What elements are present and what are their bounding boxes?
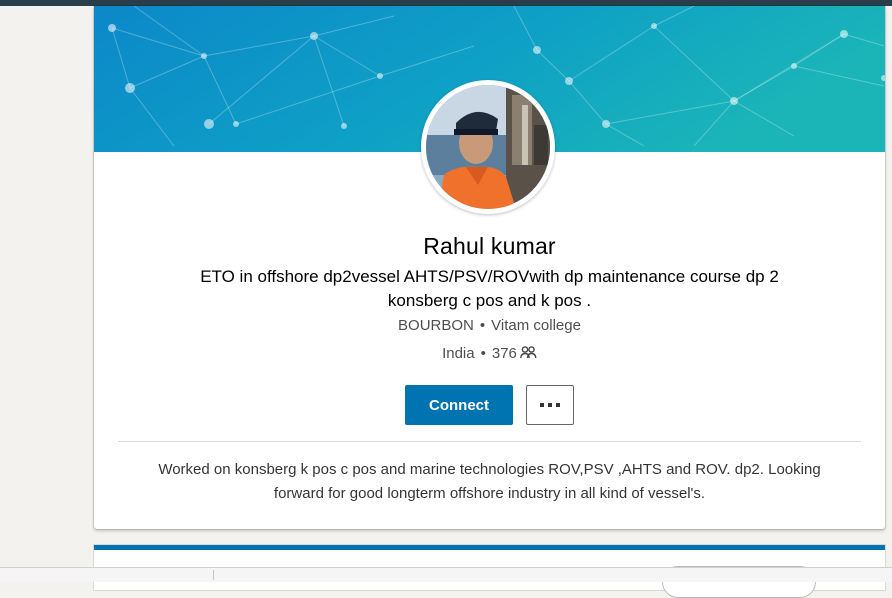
profile-headline: ETO in offshore dp2vessel AHTS/PSV/ROVwi… — [200, 267, 779, 310]
profile-name: Rahul kumar — [423, 233, 556, 259]
profile-top-card: Rahul kumar ETO in offshore dp2vessel AH… — [94, 6, 885, 529]
current-company-link[interactable]: BOURBON — [398, 317, 474, 334]
more-actions-button[interactable] — [526, 385, 574, 425]
profile-experience-education: BOURBON • Vitam college — [94, 317, 885, 334]
profile-location: India — [442, 345, 475, 362]
separator-dot: • — [480, 345, 486, 362]
people-icon — [520, 346, 537, 359]
connect-button[interactable]: Connect — [405, 385, 513, 425]
profile-summary: Worked on konsberg k pos c pos and marin… — [158, 461, 821, 502]
page-gutter — [0, 6, 94, 581]
separator-dot: • — [479, 317, 486, 334]
profile-photo-image — [426, 85, 550, 209]
profile-location-connections: India • 376 — [94, 345, 885, 362]
ellipsis-icon — [538, 403, 562, 407]
browser-status-bar — [0, 567, 892, 582]
profile-photo[interactable] — [421, 80, 555, 214]
status-bar-separator — [213, 570, 214, 580]
connections-count[interactable]: 376 — [492, 345, 517, 362]
card-divider — [118, 441, 861, 442]
education-link[interactable]: Vitam college — [491, 317, 581, 334]
